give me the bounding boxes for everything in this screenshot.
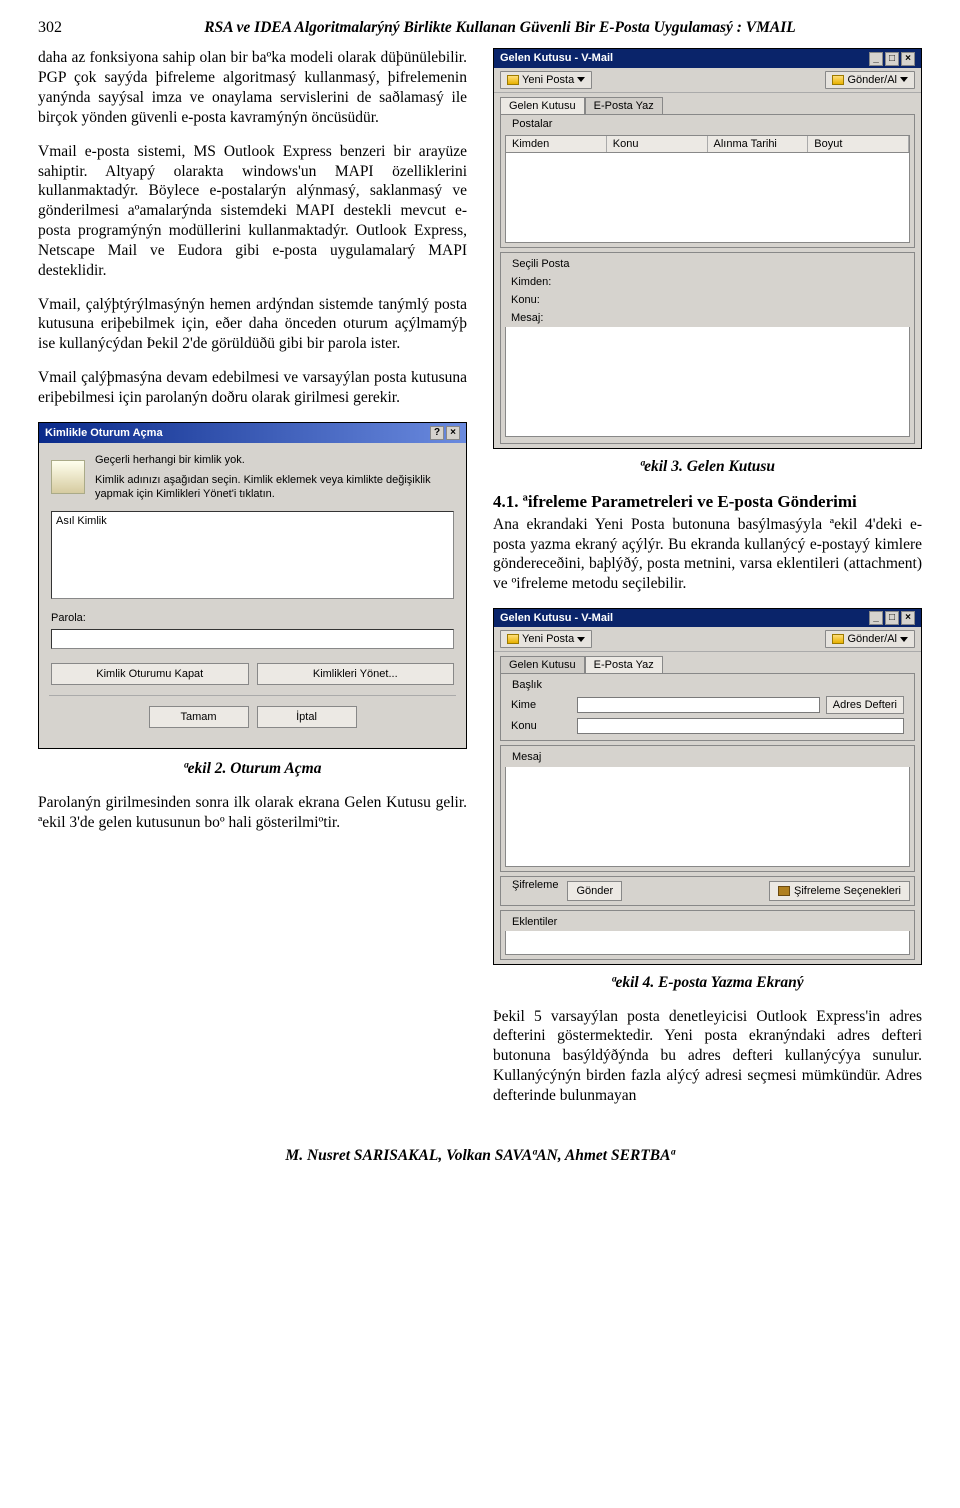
button-label: Yeni Posta [522, 632, 574, 646]
group-label: Mesaj [509, 750, 544, 764]
minimize-icon[interactable]: _ [869, 52, 883, 66]
vmail-compose-window: Gelen Kutusu - V-Mail _ □ × Yeni Posta G… [493, 608, 922, 965]
button-label: Yeni Posta [522, 73, 574, 87]
close-icon[interactable]: × [901, 52, 915, 66]
column-header[interactable]: Boyut [808, 136, 909, 152]
column-header[interactable]: Konu [607, 136, 708, 152]
chevron-down-icon [577, 637, 585, 642]
cancel-button[interactable]: İptal [257, 706, 357, 728]
paragraph: Vmail, çalýþtýrýlmasýnýn hemen ardýndan … [38, 295, 467, 354]
mail-icon [507, 634, 519, 644]
password-input[interactable] [51, 629, 454, 649]
tab-inbox[interactable]: Gelen Kutusu [500, 656, 585, 673]
key-icon [778, 886, 790, 896]
dialog-instructions: Kimlik adınızı aşağıdan seçin. Kimlik ek… [95, 473, 454, 501]
group-label: Başlık [509, 678, 545, 692]
new-mail-button[interactable]: Yeni Posta [500, 71, 592, 89]
running-title: RSA ve IDEA Algoritmalarýný Birlikte Kul… [78, 18, 922, 38]
identity-icon [51, 460, 85, 494]
section-heading: 4.1. ªifreleme Parametreleri ve E-posta … [493, 491, 922, 513]
chevron-down-icon [900, 77, 908, 82]
mail-icon [832, 75, 844, 85]
group-label: Eklentiler [509, 915, 560, 929]
button-label: Şifreleme Seçenekleri [794, 884, 901, 898]
paragraph: Ana ekrandaki Yeni Posta butonuna basýlm… [493, 515, 922, 594]
group-label: Postalar [509, 117, 555, 131]
ok-button[interactable]: Tamam [149, 706, 249, 728]
subject-input[interactable] [577, 718, 904, 734]
field-label: Konu: [511, 293, 571, 307]
close-session-button[interactable]: Kimlik Oturumu Kapat [51, 663, 249, 685]
maximize-icon[interactable]: □ [885, 611, 899, 625]
mail-list[interactable] [505, 153, 910, 243]
paragraph: Vmail çalýþmasýna devam edebilmesi ve va… [38, 368, 467, 408]
password-label: Parola: [51, 611, 454, 625]
send-receive-button[interactable]: Gönder/Al [825, 630, 915, 648]
new-mail-button[interactable]: Yeni Posta [500, 630, 592, 648]
login-dialog: Kimlikle Oturum Açma ? × Geçerli herhang… [38, 422, 467, 750]
figure-caption: ªekil 2. Oturum Açma [38, 759, 467, 779]
chevron-down-icon [900, 637, 908, 642]
paragraph: Vmail e-posta sistemi, MS Outlook Expres… [38, 142, 467, 281]
paragraph: Parolanýn girilmesinden sonra ilk olarak… [38, 793, 467, 833]
message-body-input[interactable] [505, 767, 910, 867]
paragraph: Þekil 5 varsayýlan posta denetleyicisi O… [493, 1007, 922, 1106]
tab-compose[interactable]: E-Posta Yaz [585, 656, 663, 673]
field-label: Kimden: [511, 275, 571, 289]
encryption-options-button[interactable]: Şifreleme Seçenekleri [769, 881, 910, 901]
help-icon[interactable]: ? [430, 426, 444, 440]
maximize-icon[interactable]: □ [885, 52, 899, 66]
column-header[interactable]: Alınma Tarihi [708, 136, 809, 152]
button-label: Gönder/Al [847, 73, 897, 87]
window-title: Gelen Kutusu - V-Mail [500, 611, 613, 625]
button-label: Gönder/Al [847, 632, 897, 646]
mail-icon [507, 75, 519, 85]
close-icon[interactable]: × [901, 611, 915, 625]
group-label: Şifreleme [509, 878, 561, 892]
vmail-inbox-window: Gelen Kutusu - V-Mail _ □ × Yeni Posta G… [493, 48, 922, 449]
send-receive-button[interactable]: Gönder/Al [825, 71, 915, 89]
tab-inbox[interactable]: Gelen Kutusu [500, 97, 585, 114]
to-input[interactable] [577, 697, 820, 713]
list-item[interactable]: Asıl Kimlik [56, 514, 449, 528]
minimize-icon[interactable]: _ [869, 611, 883, 625]
dialog-title: Kimlikle Oturum Açma [45, 426, 163, 440]
address-book-button[interactable]: Adres Defteri [826, 696, 904, 714]
mail-icon [832, 634, 844, 644]
field-label: Konu [511, 719, 571, 733]
group-label: Seçili Posta [509, 257, 572, 271]
dialog-message: Geçerli herhangi bir kimlik yok. [95, 453, 454, 467]
close-icon[interactable]: × [446, 426, 460, 440]
attachments-list[interactable] [505, 931, 910, 955]
send-button[interactable]: Gönder [567, 881, 622, 901]
page-number: 302 [38, 18, 62, 38]
preview-pane [505, 327, 910, 437]
paragraph: daha az fonksiyona sahip olan bir baºka … [38, 48, 467, 127]
identity-list[interactable]: Asıl Kimlik [51, 511, 454, 599]
chevron-down-icon [577, 77, 585, 82]
tab-compose[interactable]: E-Posta Yaz [585, 97, 663, 114]
field-label: Kime [511, 698, 571, 712]
field-label: Mesaj: [511, 311, 571, 325]
column-header[interactable]: Kimden [506, 136, 607, 152]
window-title: Gelen Kutusu - V-Mail [500, 51, 613, 65]
footer-authors: M. Nusret SARISAKAL, Volkan SAVAªAN, Ahm… [38, 1146, 922, 1166]
figure-caption: ªekil 4. E-posta Yazma Ekraný [493, 973, 922, 993]
manage-identities-button[interactable]: Kimlikleri Yönet... [257, 663, 455, 685]
figure-caption: ªekil 3. Gelen Kutusu [493, 457, 922, 477]
